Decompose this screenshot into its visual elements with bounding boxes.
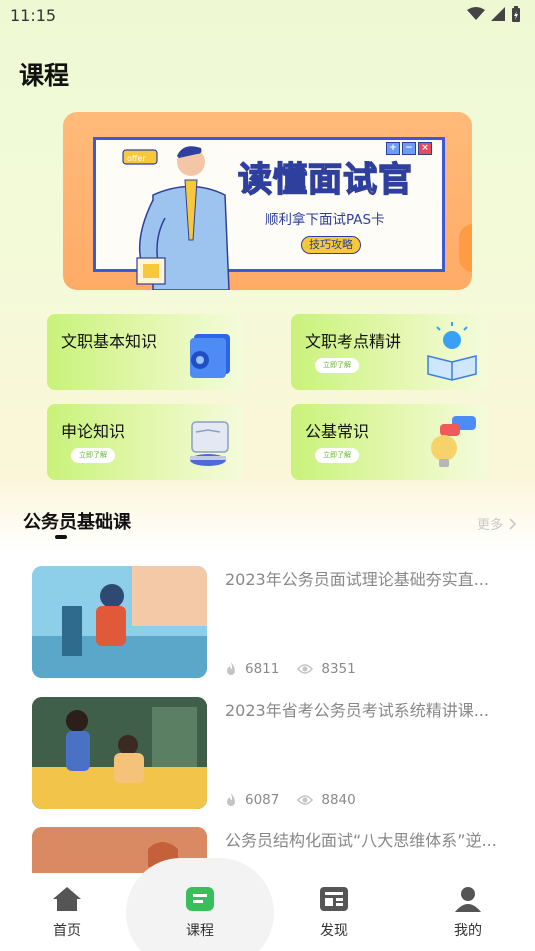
learn-more-pill[interactable]: 立即了解 <box>315 358 359 373</box>
gear-folder-icon <box>190 334 230 378</box>
battery-icon <box>512 6 520 22</box>
view-count: 8351 <box>321 661 356 677</box>
category-title: 文职考点精讲 <box>305 332 402 351</box>
promo-banner[interactable]: offer 读懂面试官 顺利拿下面试PAS卡 技巧攻略 + − × <box>63 112 472 290</box>
maximize-icon: + <box>386 142 400 155</box>
businessman-illustration: offer <box>122 146 230 290</box>
chevron-right-icon <box>509 517 517 530</box>
page-title: 课程 <box>19 61 70 90</box>
banner-title: 读懂面试官 <box>237 159 413 201</box>
course-item[interactable]: 2023年省考公务员考试系统精讲课... 6087 8840 <box>32 697 512 809</box>
course-thumbnail <box>32 566 207 678</box>
minimize-icon: − <box>402 142 416 155</box>
banner-tag: offer <box>127 154 146 163</box>
view-count: 8840 <box>321 792 356 808</box>
course-title: 2023年省考公务员考试系统精讲课... <box>225 701 489 720</box>
hot-count: 6087 <box>245 792 280 808</box>
fire-icon <box>227 793 235 806</box>
nav-item-profile[interactable]: 我的 <box>433 886 503 940</box>
nav-item-courses[interactable]: 课程 <box>165 886 235 940</box>
profile-icon <box>455 887 481 912</box>
category-card-wenzhi-basics[interactable]: 文职基本知识 <box>47 314 244 390</box>
nav-item-discover[interactable]: 发现 <box>299 886 369 940</box>
more-label: 更多 <box>476 518 503 533</box>
section-underline <box>55 535 67 539</box>
window-buttons: + − × <box>386 142 432 155</box>
fire-icon <box>227 662 235 675</box>
course-icon <box>186 887 214 911</box>
eye-icon <box>297 664 314 674</box>
banner-subtitle: 顺利拿下面试PAS卡 <box>265 212 385 228</box>
course-thumbnail <box>32 697 207 809</box>
more-link[interactable]: 更多 <box>477 514 517 533</box>
category-card-shenlun[interactable]: 申论知识 立即了解 <box>47 404 244 480</box>
nav-label: 首页 <box>53 923 81 939</box>
book-lightbulb-icon <box>427 322 477 381</box>
course-title: 2023年公务员面试理论基础夯实直... <box>225 570 489 589</box>
eye-icon <box>297 795 314 805</box>
nav-label: 课程 <box>186 923 214 939</box>
nav-item-home[interactable]: 首页 <box>32 886 102 940</box>
course-stats: 6087 8840 <box>225 792 374 808</box>
section-title: 公务员基础课 <box>23 512 131 533</box>
category-title: 公基常识 <box>305 422 370 441</box>
course-stats: 6811 8351 <box>225 661 374 677</box>
nav-label: 我的 <box>454 923 482 939</box>
category-title: 申论知识 <box>61 422 126 441</box>
course-title: 公务员结构化面试“八大思维体系”逆... <box>225 831 497 850</box>
book-stack-icon <box>190 421 229 466</box>
status-bar: 11:15 <box>0 0 535 32</box>
home-icon <box>53 887 81 911</box>
discover-icon <box>320 887 348 911</box>
nav-label: 发现 <box>320 923 348 939</box>
signal-icon <box>491 7 505 21</box>
banner-pill[interactable]: 技巧攻略 <box>301 236 361 254</box>
status-time: 11:15 <box>10 6 57 25</box>
category-card-gongji[interactable]: 公基常识 立即了解 <box>291 404 488 480</box>
course-item[interactable]: 2023年公务员面试理论基础夯实直... 6811 8351 <box>32 566 512 678</box>
learn-more-pill[interactable]: 立即了解 <box>71 448 115 463</box>
banner-side-circle <box>459 224 472 272</box>
category-card-wenzhi-keypoints[interactable]: 文职考点精讲 立即了解 <box>291 314 488 390</box>
hot-count: 6811 <box>245 661 280 677</box>
lightbulb-chat-icon <box>431 416 476 467</box>
category-title: 文职基本知识 <box>61 332 158 351</box>
close-icon: × <box>418 142 432 155</box>
learn-more-pill[interactable]: 立即了解 <box>315 448 359 463</box>
wifi-icon <box>467 7 485 20</box>
